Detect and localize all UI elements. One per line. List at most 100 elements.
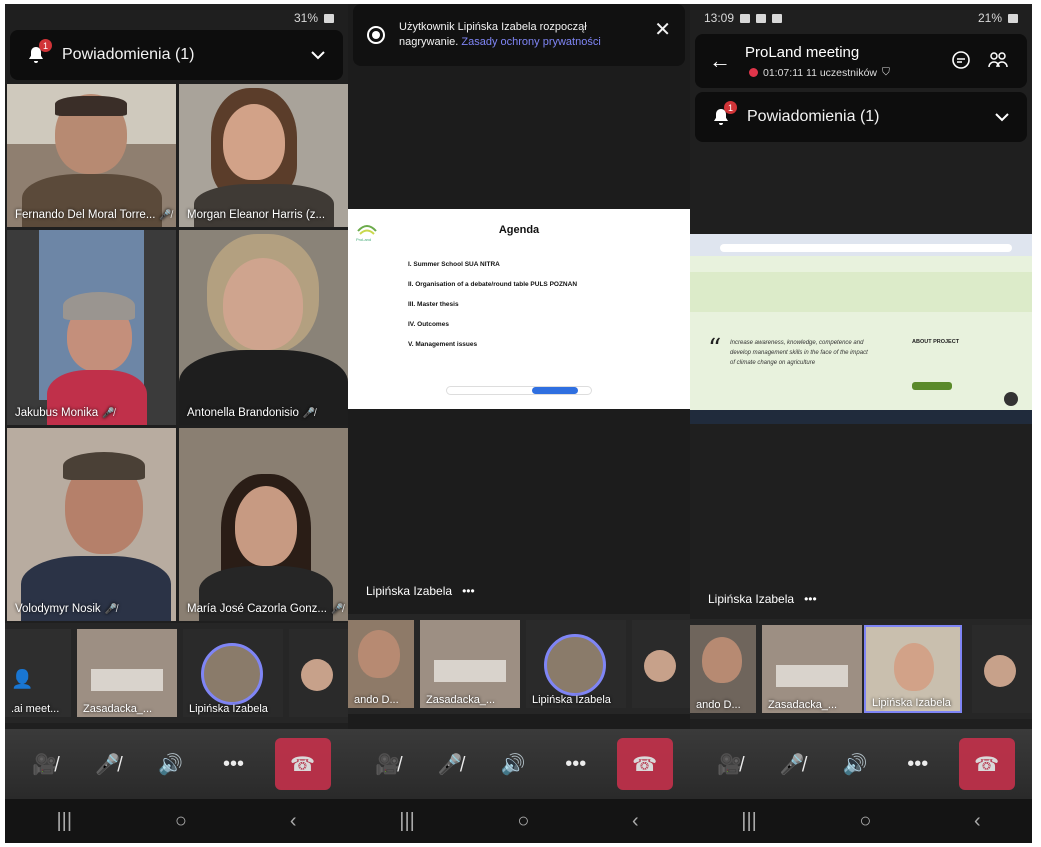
android-nav-bar: ||| ○ ‹ — [5, 799, 348, 843]
participant-thumb[interactable] — [289, 629, 348, 717]
mic-off-icon: 🎤̸ — [330, 603, 344, 615]
call-controls: 🎥̸ 🎤̸ 🔊 ••• ☎ — [348, 729, 690, 799]
video-tile[interactable]: María José Cazorla Gonz... 🎤̸ — [179, 428, 348, 621]
participant-thumb[interactable]: Zasadacka_... — [77, 629, 177, 717]
video-tile[interactable]: Volodymyr Nosik 🎤̸ — [7, 428, 176, 621]
android-nav-bar: ||| ○ ‹ — [690, 799, 1032, 843]
chevron-down-icon[interactable] — [309, 46, 327, 64]
participant-name: Morgan Eleanor Harris (z... — [187, 209, 326, 221]
participant-strip: 👤 .ai meet... Zasadacka_... Lipińska Iza… — [5, 623, 348, 723]
agenda-item: III. Master thesis — [408, 301, 459, 308]
participant-thumb[interactable]: 👤 .ai meet... — [5, 629, 71, 717]
more-icon[interactable]: ••• — [896, 742, 940, 786]
recents-icon[interactable]: ||| — [399, 810, 415, 833]
shield-icon: ⛉ — [882, 66, 890, 78]
notifications-bar[interactable]: 1 Powiadomienia (1) — [695, 92, 1027, 142]
hang-up-button[interactable]: ☎ — [274, 738, 331, 790]
close-icon[interactable]: ✕ — [654, 20, 671, 40]
participant-name: Antonella Brandonisio 🎤̸ — [187, 407, 316, 419]
mic-off-icon[interactable]: 🎤̸ — [86, 742, 130, 786]
camera-off-icon[interactable]: 🎥̸ — [365, 742, 409, 786]
windows-taskbar — [690, 410, 1032, 424]
speaker-icon[interactable]: 🔊 — [833, 742, 877, 786]
back-icon[interactable]: ‹ — [290, 810, 297, 833]
notification-badge: 1 — [39, 39, 52, 52]
shared-about: ABOUT PROJECT — [912, 339, 960, 345]
agenda-list: I. Summer School SUA NITRA II. Organisat… — [408, 261, 577, 361]
more-icon[interactable]: ••• — [804, 592, 817, 606]
teams-screenshot-2: Użytkownik Lipińska Izabela rozpoczął na… — [348, 4, 690, 843]
presenter-label: Lipińska Izabela ••• — [708, 592, 817, 606]
speaker-icon[interactable]: 🔊 — [149, 742, 193, 786]
participant-thumb[interactable]: Lipińska Izabela — [183, 629, 283, 717]
back-arrow-icon[interactable]: ← — [709, 48, 731, 74]
agenda-item: IV. Outcomes — [408, 321, 449, 328]
shared-slide: ProLand Agenda I. Summer School SUA NITR… — [348, 209, 690, 409]
presenter-label: Lipińska Izabela ••• — [366, 584, 475, 598]
notifications-bar[interactable]: 1 Powiadomienia (1) — [10, 30, 343, 80]
mic-off-icon[interactable]: 🎤̸ — [428, 742, 472, 786]
call-controls: 🎥̸ 🎤̸ 🔊 ••• ☎ — [690, 729, 1032, 799]
participant-name: Jakubus Monika 🎤̸ — [15, 407, 115, 419]
scroll-up-icon — [1004, 392, 1018, 406]
back-icon[interactable]: ‹ — [974, 810, 981, 833]
participant-thumb[interactable]: Zasadacka_... — [420, 620, 520, 708]
agenda-item: II. Organisation of a debate/round table… — [408, 281, 578, 288]
recents-icon[interactable]: ||| — [56, 810, 72, 833]
bell-icon: 1 — [711, 101, 737, 127]
home-icon[interactable]: ○ — [517, 810, 529, 833]
notifications-label: Powiadomienia (1) — [747, 108, 880, 125]
home-icon[interactable]: ○ — [859, 810, 871, 833]
teams-screenshot-3: 13:09 21% ← ProLand meeting 01:07:11 11 … — [690, 4, 1032, 843]
mic-off-icon[interactable]: 🎤̸ — [770, 742, 814, 786]
chevron-down-icon[interactable] — [993, 108, 1011, 126]
more-icon[interactable]: ••• — [554, 742, 598, 786]
mic-off-icon: 🎤̸ — [104, 603, 118, 615]
logo-text: ProLand — [356, 237, 372, 242]
browser-chrome — [690, 234, 1032, 256]
video-tile[interactable]: Antonella Brandonisio 🎤̸ — [179, 230, 348, 425]
notification-icon — [740, 13, 751, 23]
chat-icon[interactable] — [951, 50, 971, 70]
home-icon[interactable]: ○ — [175, 810, 187, 833]
battery-level: 21% — [977, 11, 1002, 25]
shared-screen: “ Increase awareness, knowledge, compete… — [690, 234, 1032, 424]
agenda-item: I. Summer School SUA NITRA — [408, 261, 500, 268]
hang-up-button[interactable]: ☎ — [616, 738, 673, 790]
participant-name: Volodymyr Nosik 🎤̸ — [15, 603, 118, 615]
hang-up-button[interactable]: ☎ — [958, 738, 1015, 790]
meeting-header: ← ProLand meeting 01:07:11 11 uczestnikó… — [695, 34, 1027, 88]
notifications-label: Powiadomienia (1) — [62, 46, 195, 63]
quote-icon: “ — [708, 334, 722, 364]
participant-thumb[interactable] — [632, 620, 690, 708]
participant-strip: ando D... Zasadacka_... Lipińska Izabela — [690, 619, 1032, 719]
person-icon: 👤 — [11, 669, 34, 689]
participant-thumb[interactable]: Lipińska Izabela — [864, 625, 962, 713]
participant-thumb[interactable]: ando D... — [690, 625, 756, 713]
participant-thumb[interactable]: ando D... — [348, 620, 414, 708]
meeting-title: ProLand meeting — [745, 44, 860, 61]
video-tile[interactable]: Morgan Eleanor Harris (z... — [179, 84, 348, 227]
battery-icon — [324, 13, 334, 23]
participant-thumb[interactable]: Lipińska Izabela — [526, 620, 626, 708]
speaker-icon[interactable]: 🔊 — [491, 742, 535, 786]
status-bar: 31% — [5, 4, 348, 32]
android-nav-bar: ||| ○ ‹ — [348, 799, 690, 843]
more-icon[interactable]: ••• — [212, 742, 256, 786]
mic-off-icon: 🎤̸ — [102, 407, 115, 419]
camera-off-icon[interactable]: 🎥̸ — [23, 742, 67, 786]
more-icon[interactable]: ••• — [462, 584, 475, 598]
participants-icon[interactable] — [987, 50, 1009, 70]
back-icon[interactable]: ‹ — [632, 810, 639, 833]
slide-title: Agenda — [498, 224, 540, 236]
camera-off-icon[interactable]: 🎥̸ — [707, 742, 751, 786]
participant-thumb[interactable] — [972, 625, 1032, 713]
participant-thumb[interactable]: Zasadacka_... — [762, 625, 862, 713]
teams-screenshot-1: 31% 1 Powiadomienia (1) Fernando Del Mor… — [5, 4, 348, 843]
video-tile[interactable]: Jakubus Monika 🎤̸ — [7, 230, 176, 425]
video-tile[interactable]: Fernando Del Moral Torre... 🎤̸ — [7, 84, 176, 227]
privacy-link[interactable]: Zasady ochrony prywatności — [461, 36, 600, 48]
recents-icon[interactable]: ||| — [741, 810, 757, 833]
notification-icon — [772, 13, 783, 23]
notification-icon — [756, 13, 767, 23]
